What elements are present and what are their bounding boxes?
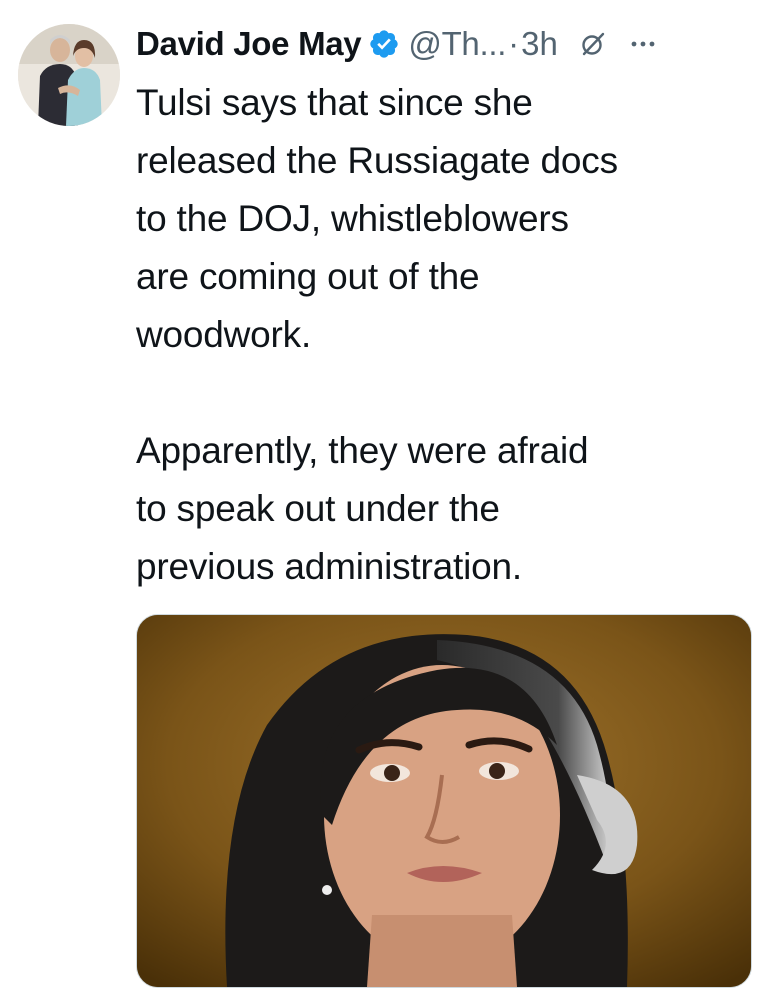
author-avatar[interactable] — [18, 24, 120, 126]
tweet-header: David Joe May @Th... · 3h — [136, 22, 756, 66]
tweet-paragraph: Tulsi says that since she released the R… — [136, 82, 618, 355]
author-display-name[interactable]: David Joe May — [136, 25, 362, 63]
author-handle[interactable]: @Th... — [408, 25, 506, 63]
tweet-timestamp[interactable]: 3h — [521, 25, 558, 63]
tweet-paragraph: Apparently, they were afraid to speak ou… — [136, 430, 589, 587]
tweet[interactable]: David Joe May @Th... · 3h Tulsi says tha… — [0, 0, 768, 988]
verified-badge-icon[interactable] — [368, 28, 400, 60]
grok-icon[interactable] — [580, 31, 606, 57]
more-icon[interactable] — [628, 29, 658, 59]
separator-dot: · — [508, 25, 520, 62]
tweet-text: Tulsi says that since she released the R… — [136, 74, 756, 596]
tweet-photo[interactable] — [136, 614, 752, 988]
